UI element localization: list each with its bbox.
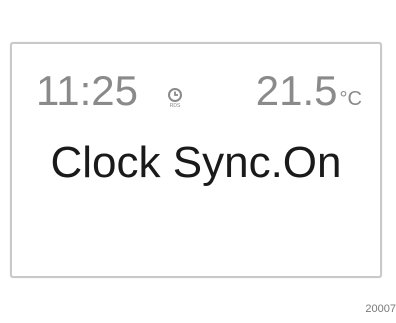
temperature-unit: °C	[339, 88, 362, 110]
clock-time: 11:25	[36, 67, 138, 114]
rds-clock-icon: RDS	[166, 88, 184, 110]
status-message: Clock Sync.On	[50, 138, 342, 187]
temperature-readout: 21.5 °C	[256, 66, 362, 124]
rds-label: RDS	[170, 103, 181, 109]
temperature-value: 21.5	[255, 67, 338, 114]
figure-id: 20007	[365, 303, 396, 315]
status-row: 11:25 RDS 21.5 °C	[36, 66, 362, 116]
info-display-screen: 11:25 RDS 21.5 °C Clock Sync.On	[10, 42, 382, 278]
